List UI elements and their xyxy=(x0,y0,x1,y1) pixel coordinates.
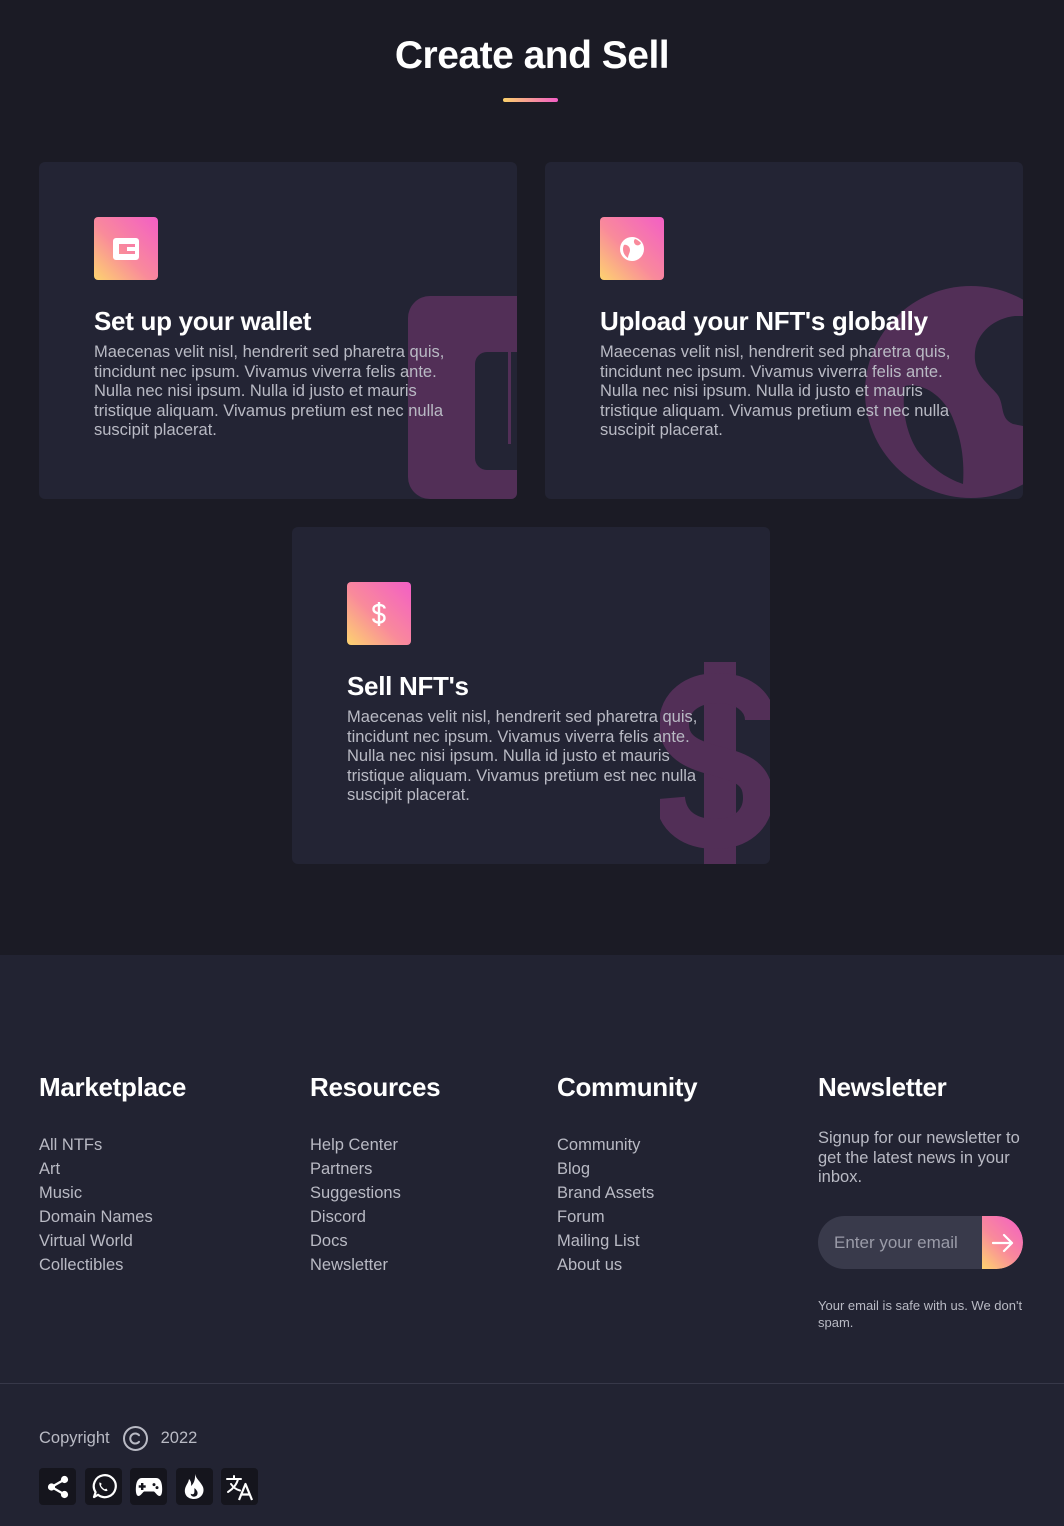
section-title: Create and Sell xyxy=(394,34,670,77)
translate-button[interactable] xyxy=(221,1468,258,1505)
footer-link-collectibles[interactable]: Collectibles xyxy=(39,1253,186,1277)
newsletter-note: Your email is safe with us. We don't spa… xyxy=(818,1298,1023,1330)
dollar-icon xyxy=(372,601,386,626)
footer-col-newsletter: Newsletter Signup for our newsletter to … xyxy=(818,1072,1028,1330)
footer-link-all-nfts[interactable]: All NTFs xyxy=(39,1133,186,1157)
footer-divider xyxy=(0,1383,1064,1384)
footer-col-resources: Resources Help Center Partners Suggestio… xyxy=(310,1072,441,1277)
share-button[interactable] xyxy=(39,1468,76,1505)
footer-link-docs[interactable]: Docs xyxy=(310,1229,440,1253)
card-upload-globally: Upload your NFT's globally Maecenas veli… xyxy=(545,162,1023,499)
translate-icon xyxy=(225,1474,253,1500)
card-title: Upload your NFT's globally xyxy=(600,306,928,336)
card-description: Maecenas velit nisl, hendrerit sed phare… xyxy=(347,708,698,805)
card-wallet: Set up your wallet Maecenas velit nisl, … xyxy=(39,162,517,499)
footer-link-blog[interactable]: Blog xyxy=(557,1157,697,1181)
footer-link-community[interactable]: Community xyxy=(557,1133,697,1157)
copyright-icon xyxy=(122,1425,149,1452)
whatsapp-icon xyxy=(92,1473,117,1498)
footer-link-suggestions[interactable]: Suggestions xyxy=(310,1181,440,1205)
globe-icon-box xyxy=(600,217,664,280)
card-description: Maecenas velit nisl, hendrerit sed phare… xyxy=(94,343,445,440)
card-title: Sell NFT's xyxy=(347,671,469,701)
copyright-year: 2022 xyxy=(160,1429,198,1447)
copyright-label: Copyright xyxy=(39,1429,110,1447)
footer-links: All NTFs Art Music Domain Names Virtual … xyxy=(39,1133,186,1277)
wallet-icon-box xyxy=(94,217,158,280)
whatsapp-button[interactable] xyxy=(84,1468,122,1505)
footer-links: Help Center Partners Suggestions Discord… xyxy=(310,1133,440,1277)
copyright: Copyright 2022 xyxy=(39,1425,197,1452)
share-icon xyxy=(47,1475,68,1498)
newsletter-submit-button[interactable] xyxy=(982,1216,1023,1269)
footer-link-discord[interactable]: Discord xyxy=(310,1205,440,1229)
footer-col-marketplace: Marketplace All NTFs Art Music Domain Na… xyxy=(39,1072,186,1277)
footer-link-help-center[interactable]: Help Center xyxy=(310,1133,440,1157)
fire-button[interactable] xyxy=(175,1468,213,1505)
gamepad-button[interactable] xyxy=(130,1468,167,1505)
footer-heading: Resources xyxy=(310,1072,441,1102)
globe-icon xyxy=(620,236,644,261)
arrow-right-icon xyxy=(991,1233,1013,1252)
gamepad-icon xyxy=(135,1477,162,1496)
footer-link-mailing-list[interactable]: Mailing List xyxy=(557,1229,697,1253)
footer-link-partners[interactable]: Partners xyxy=(310,1157,440,1181)
footer-heading: Marketplace xyxy=(39,1072,186,1102)
footer-link-virtual-world[interactable]: Virtual World xyxy=(39,1229,186,1253)
footer-link-brand-assets[interactable]: Brand Assets xyxy=(557,1181,697,1205)
newsletter-description: Signup for our newsletter to get the lat… xyxy=(818,1129,1020,1187)
dollar-icon-box xyxy=(347,582,411,645)
footer-col-community: Community Community Blog Brand Assets Fo… xyxy=(557,1072,698,1277)
card-description: Maecenas velit nisl, hendrerit sed phare… xyxy=(600,343,951,440)
footer-link-domain-names[interactable]: Domain Names xyxy=(39,1205,186,1229)
footer-heading: Community xyxy=(557,1072,698,1102)
footer: Marketplace All NTFs Art Music Domain Na… xyxy=(0,955,1064,1526)
footer-link-music[interactable]: Music xyxy=(39,1181,186,1205)
card-title: Set up your wallet xyxy=(94,306,312,336)
footer-link-art[interactable]: Art xyxy=(39,1157,186,1181)
footer-link-newsletter[interactable]: Newsletter xyxy=(310,1253,440,1277)
footer-link-about-us[interactable]: About us xyxy=(557,1253,697,1277)
social-links xyxy=(39,1468,267,1505)
title-underline xyxy=(503,98,558,102)
newsletter-form xyxy=(818,1216,1023,1269)
footer-links: Community Blog Brand Assets Forum Mailin… xyxy=(557,1133,697,1277)
footer-link-forum[interactable]: Forum xyxy=(557,1205,697,1229)
wallet-icon xyxy=(113,237,139,260)
newsletter-email-input[interactable] xyxy=(818,1216,983,1269)
footer-heading: Newsletter xyxy=(818,1072,947,1102)
fire-icon xyxy=(184,1473,204,1499)
card-sell-nft: Sell NFT's Maecenas velit nisl, hendreri… xyxy=(292,527,770,864)
